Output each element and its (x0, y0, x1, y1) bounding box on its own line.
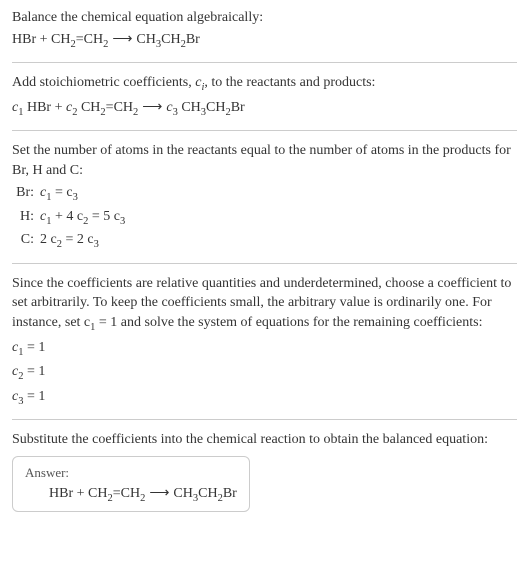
divider (12, 263, 517, 264)
eq-br: c1 = c3 (40, 182, 78, 206)
reactant-ch2b: =CH (113, 486, 140, 501)
answer-label: Answer: (25, 465, 237, 481)
unbalanced-equation: HBr + CH2=CH2⟶CH3CH2Br (12, 30, 517, 52)
product-br: Br (231, 100, 245, 115)
plus-sign: + (73, 486, 88, 501)
arrow-icon: ⟶ (145, 486, 173, 501)
product-ch2: CH (206, 100, 225, 115)
answer-box: Answer: HBr + CH2=CH2⟶CH3CH2Br (12, 456, 250, 513)
sub-1: 1 (18, 106, 23, 117)
product-ch2: CH (198, 486, 217, 501)
element-label-c: C: (12, 229, 40, 253)
reactant-ch2b: =CH (76, 32, 103, 47)
plus-sign: + (36, 32, 51, 47)
product-br: Br (186, 32, 200, 47)
coeff-instruction: Add stoichiometric coefficients, ci, to … (12, 73, 517, 95)
section-solve: Since the coefficients are relative quan… (12, 274, 517, 409)
product-ch3: CH (181, 100, 200, 115)
plus-sign: + (51, 100, 66, 115)
divider (12, 130, 517, 131)
reactant-ch2a: CH (51, 32, 70, 47)
section-atom-balance: Set the number of atoms in the reactants… (12, 141, 517, 253)
reactant-ch2b: =CH (106, 100, 133, 115)
substitute-instruction: Substitute the coefficients into the che… (12, 430, 517, 450)
divider (12, 62, 517, 63)
coeff-equation: c1 HBr + c2 CH2=CH2⟶c3 CH3CH2Br (12, 98, 517, 120)
reactant-ch2a: CH (81, 100, 100, 115)
product-ch2: CH (161, 32, 180, 47)
balance-instruction: Set the number of atoms in the reactants… (12, 141, 517, 180)
section-add-coefficients: Add stoichiometric coefficients, ci, to … (12, 73, 517, 120)
eq-c: 2 c2 = 2 c3 (40, 229, 99, 253)
result-c2: c2 = 1 (12, 362, 517, 384)
reactant-hbr: HBr (49, 486, 73, 501)
solve-instruction: Since the coefficients are relative quan… (12, 274, 517, 336)
divider (12, 419, 517, 420)
arrow-icon: ⟶ (138, 100, 166, 115)
table-row: H: c1 + 4 c2 = 5 c3 (12, 206, 517, 230)
balanced-equation: HBr + CH2=CH2⟶CH3CH2Br (25, 485, 237, 504)
element-label-h: H: (12, 206, 40, 230)
element-label-br: Br: (12, 182, 40, 206)
eq-h: c1 + 4 c2 = 5 c3 (40, 206, 125, 230)
result-c3: c3 = 1 (12, 387, 517, 409)
section-answer: Substitute the coefficients into the che… (12, 430, 517, 512)
product-ch3: CH (173, 486, 192, 501)
product-ch3: CH (136, 32, 155, 47)
arrow-icon: ⟶ (108, 32, 136, 47)
sub-3: 3 (173, 106, 178, 117)
result-c1: c1 = 1 (12, 338, 517, 360)
sub-2: 2 (72, 106, 77, 117)
table-row: Br: c1 = c3 (12, 182, 517, 206)
intro-text: Balance the chemical equation algebraica… (12, 8, 517, 28)
reactant-hbr: HBr (27, 100, 51, 115)
reactant-hbr: HBr (12, 32, 36, 47)
table-row: C: 2 c2 = 2 c3 (12, 229, 517, 253)
section-balance-intro: Balance the chemical equation algebraica… (12, 8, 517, 52)
reactant-ch2a: CH (88, 486, 107, 501)
product-br: Br (223, 486, 237, 501)
